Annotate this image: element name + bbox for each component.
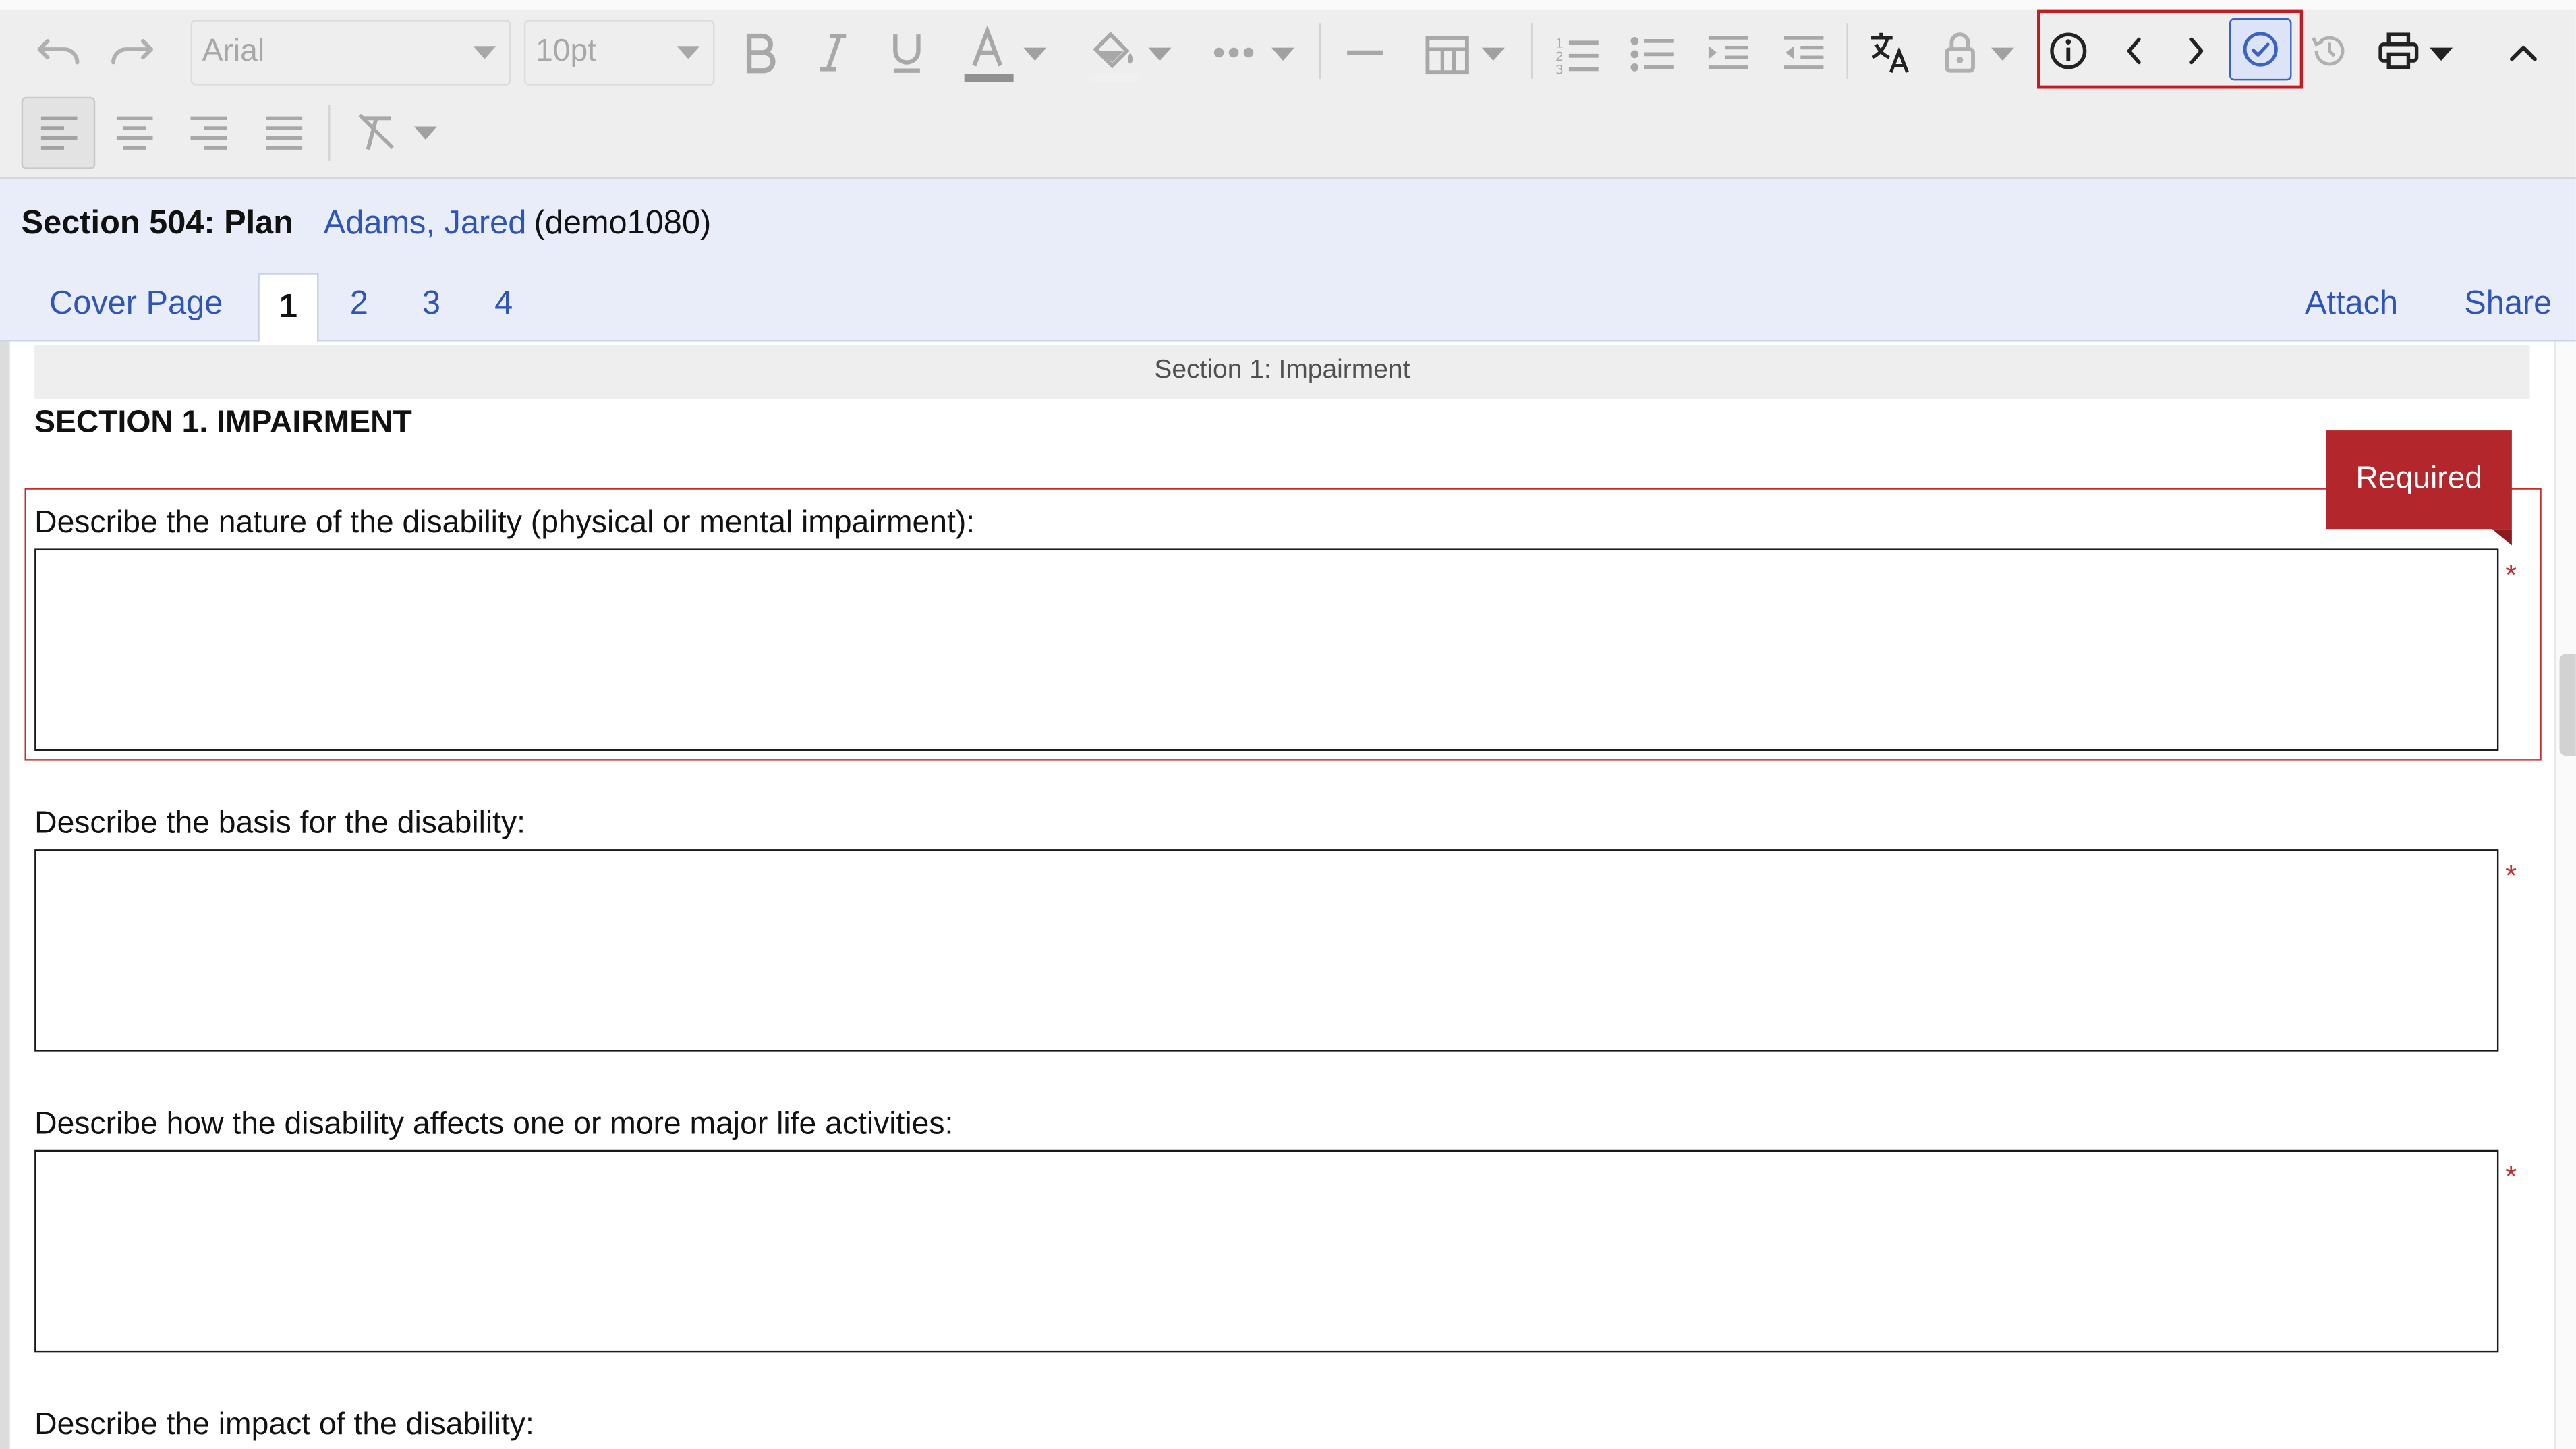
chevron-left-icon[interactable] xyxy=(2114,26,2153,76)
history-icon[interactable] xyxy=(2306,26,2352,76)
align-center-icon[interactable] xyxy=(112,109,158,158)
align-right-icon[interactable] xyxy=(185,109,231,158)
clear-format-icon[interactable] xyxy=(351,109,401,158)
check-circle-icon xyxy=(2239,28,2282,70)
attach-link[interactable]: Attach xyxy=(2305,286,2398,324)
tab-cover-page[interactable]: Cover Page xyxy=(49,286,223,324)
text-color-icon[interactable] xyxy=(959,23,1015,86)
scrollbar-track[interactable] xyxy=(2554,341,2576,1449)
chevron-right-icon[interactable] xyxy=(2177,26,2216,76)
student-id: (demo1080) xyxy=(534,205,712,242)
fill-color-icon[interactable] xyxy=(1084,23,1140,86)
info-icon[interactable] xyxy=(2045,26,2091,76)
tab-page-2[interactable]: 2 xyxy=(350,286,368,324)
translate-icon[interactable] xyxy=(1866,26,1916,79)
document-header xyxy=(0,179,2576,342)
required-tooltip: Required xyxy=(2326,430,2512,530)
font-family-select[interactable]: Arial xyxy=(190,20,511,86)
scrollbar-thumb[interactable] xyxy=(2559,654,2576,756)
chevron-down-icon xyxy=(677,46,700,59)
required-asterisk: * xyxy=(2505,1160,2517,1193)
tab-page-1[interactable]: 1 xyxy=(258,273,319,342)
student-name-link[interactable]: Adams, Jared xyxy=(324,205,527,243)
section-heading: SECTION 1. IMPAIRMENT xyxy=(34,405,412,441)
disability-basis-field[interactable] xyxy=(34,849,2499,1052)
chevron-down-icon[interactable] xyxy=(1481,47,1505,61)
more-options-icon[interactable] xyxy=(1211,33,1257,72)
required-asterisk: * xyxy=(2505,859,2517,892)
toolbar-top-edge xyxy=(0,0,2576,10)
toolbar-separator xyxy=(1319,23,1321,79)
numbered-list-icon[interactable]: 123 xyxy=(1553,30,1602,79)
outdent-icon[interactable] xyxy=(1779,30,1829,79)
horizontal-line-icon[interactable] xyxy=(1342,36,1388,69)
question-label: Describe the impact of the disability: xyxy=(34,1408,534,1443)
disability-nature-field[interactable] xyxy=(34,548,2499,751)
section-band: Section 1: Impairment xyxy=(34,345,2530,399)
indent-icon[interactable] xyxy=(1704,30,1753,79)
font-size-select[interactable]: 10pt xyxy=(523,20,715,86)
question-label: Describe how the disability affects one … xyxy=(34,1107,954,1142)
required-tooltip-tail xyxy=(2492,529,2512,546)
chevron-down-icon[interactable] xyxy=(413,126,437,140)
chevron-down-icon[interactable] xyxy=(1023,47,1047,61)
required-asterisk: * xyxy=(2505,559,2517,592)
printer-icon[interactable] xyxy=(2376,26,2422,76)
validate-button[interactable] xyxy=(2229,18,2292,81)
align-justify-icon[interactable] xyxy=(261,109,307,158)
chevron-down-icon xyxy=(473,46,496,59)
editor-toolbar: Arial 10pt 1 2 3 xyxy=(0,0,2576,179)
bold-icon[interactable] xyxy=(736,26,782,79)
lock-icon[interactable] xyxy=(1939,26,1981,79)
editor-window: Arial 10pt 1 2 3 Section 504: Plan Adams… xyxy=(0,0,2576,1449)
chevron-down-icon[interactable] xyxy=(2430,47,2453,61)
chevron-up-icon[interactable] xyxy=(2500,30,2546,76)
question-label: Describe the basis for the disability: xyxy=(34,806,526,841)
align-left-icon xyxy=(36,109,82,158)
table-icon[interactable] xyxy=(1423,30,1472,79)
tab-page-3[interactable]: 3 xyxy=(422,286,440,324)
chevron-down-icon[interactable] xyxy=(1271,47,1295,61)
font-family-value: Arial xyxy=(202,34,265,69)
undo-icon[interactable] xyxy=(33,30,86,76)
life-activities-field[interactable] xyxy=(34,1149,2499,1353)
left-margin-rule xyxy=(0,341,10,1449)
toolbar-separator xyxy=(328,105,331,161)
underline-icon[interactable] xyxy=(884,26,929,79)
italic-icon[interactable] xyxy=(810,26,856,79)
font-size-value: 10pt xyxy=(535,34,597,69)
bullet-list-icon[interactable] xyxy=(1628,30,1678,79)
toolbar-separator xyxy=(1846,23,1848,79)
question-label: Describe the nature of the disability (p… xyxy=(34,506,975,541)
document-title: Section 504: Plan xyxy=(21,205,294,242)
svg-text:3: 3 xyxy=(1555,63,1563,76)
redo-icon[interactable] xyxy=(105,30,158,76)
chevron-down-icon[interactable] xyxy=(1148,47,1172,61)
tab-page-4[interactable]: 4 xyxy=(494,286,513,324)
share-link[interactable]: Share xyxy=(2464,286,2552,324)
toolbar-separator xyxy=(1530,23,1533,79)
chevron-down-icon[interactable] xyxy=(1991,47,2014,61)
